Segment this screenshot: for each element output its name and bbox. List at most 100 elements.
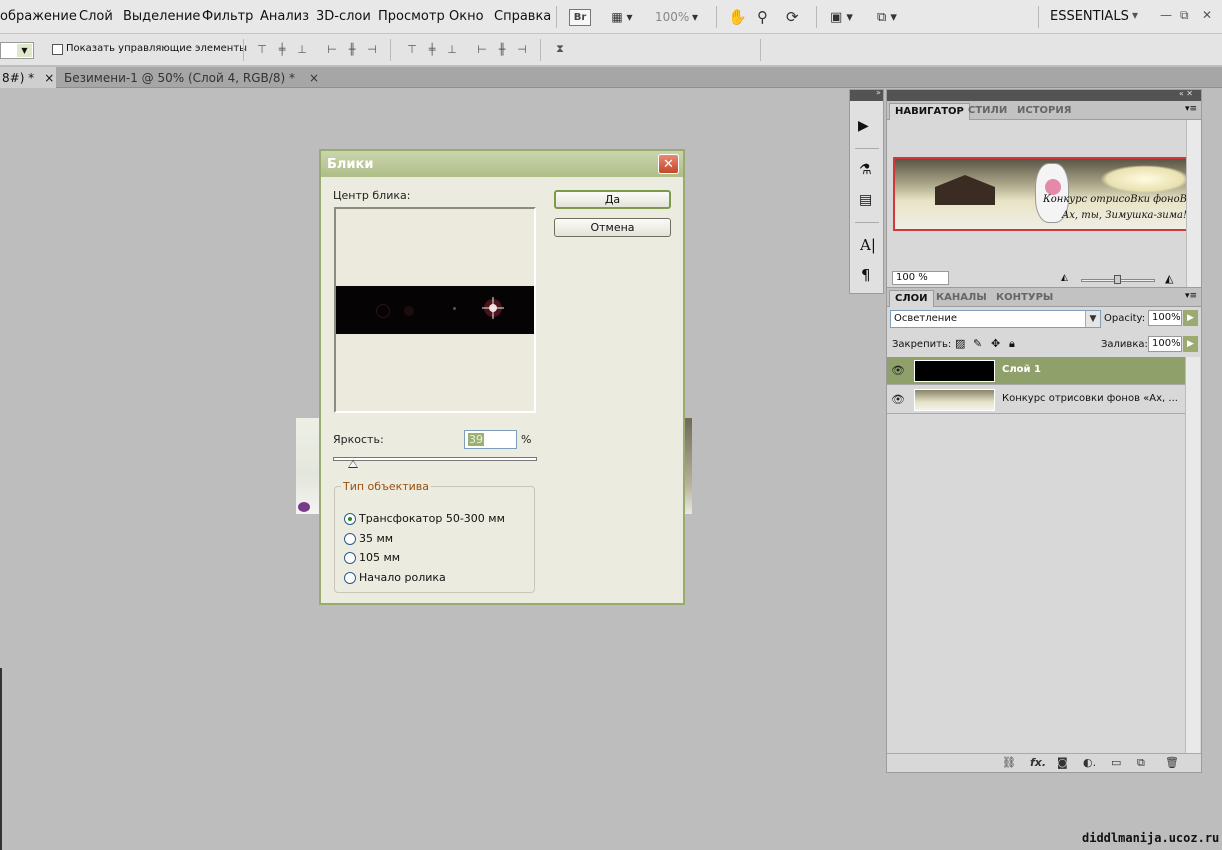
- layer-row[interactable]: 👁︎ Конкурс отрисовки фонов «Ах, ...: [887, 386, 1185, 414]
- tool-select[interactable]: ▼: [0, 42, 34, 59]
- tab-navigator[interactable]: НАВИГАТОР: [889, 103, 970, 120]
- lens-option-105mm[interactable]: 105 мм: [344, 551, 400, 564]
- flare-preview[interactable]: [334, 207, 536, 413]
- actions-play-icon[interactable]: ▶: [858, 118, 869, 134]
- tab-styles[interactable]: СТИЛИ: [963, 103, 1012, 120]
- fill-input[interactable]: 100%: [1148, 336, 1182, 352]
- opacity-arrow-icon[interactable]: ▶: [1183, 310, 1198, 326]
- tab-layers[interactable]: СЛОИ: [889, 290, 934, 307]
- distribute-right-icon[interactable]: ⊣: [514, 42, 530, 56]
- rotate-view-icon[interactable]: ⟳: [786, 7, 799, 27]
- eye-icon[interactable]: 👁︎: [890, 392, 906, 406]
- show-controls-checkbox[interactable]: [52, 44, 63, 55]
- lock-position-icon[interactable]: ✥: [991, 337, 1000, 350]
- align-vcenter-icon[interactable]: ╪: [274, 42, 290, 56]
- document-tab-1[interactable]: 8#) * ×: [0, 67, 56, 88]
- menu-window[interactable]: Окно: [449, 9, 484, 24]
- radio-button[interactable]: [344, 532, 356, 545]
- document-tab-2[interactable]: Безимени-1 @ 50% (Слой 4, RGB/8) * ×: [57, 67, 319, 88]
- menu-analysis[interactable]: Анализ: [260, 9, 309, 24]
- close-window-icon[interactable]: ✕: [1202, 8, 1212, 22]
- lens-option-zoom[interactable]: Трансфокатор 50-300 мм: [344, 512, 505, 525]
- zoom-tool-icon[interactable]: ⚲: [757, 7, 768, 27]
- align-hcenter-icon[interactable]: ╫: [344, 42, 360, 56]
- zoom-in-icon[interactable]: ◭: [1165, 272, 1173, 285]
- lock-all-icon[interactable]: 🔒︎: [1009, 337, 1015, 351]
- menu-image[interactable]: ображение: [0, 9, 77, 24]
- align-top-icon[interactable]: ⊤: [254, 42, 270, 56]
- delete-layer-icon[interactable]: 🗑︎: [1165, 756, 1179, 769]
- distribute-left-icon[interactable]: ⊢: [474, 42, 490, 56]
- close-icon[interactable]: ×: [44, 71, 54, 85]
- tab-channels[interactable]: КАНАЛЫ: [931, 290, 992, 307]
- tab-paths[interactable]: КОНТУРЫ: [991, 290, 1058, 307]
- add-mask-icon[interactable]: ◙: [1057, 756, 1068, 769]
- navigator-scrollbar[interactable]: [1186, 120, 1201, 292]
- close-icon[interactable]: ×: [309, 71, 319, 85]
- workspace-dropdown-icon[interactable]: ▾: [1132, 8, 1138, 22]
- blend-mode-select[interactable]: Осветление ▼: [890, 310, 1101, 328]
- menu-help[interactable]: Справка: [494, 9, 551, 24]
- adjustment-layer-icon[interactable]: ◐.: [1083, 756, 1096, 769]
- brightness-slider[interactable]: [333, 457, 537, 461]
- align-right-icon[interactable]: ⊣: [364, 42, 380, 56]
- panel-menu-icon[interactable]: ▾≡: [1185, 291, 1197, 301]
- link-layers-icon[interactable]: ⛓: [1002, 756, 1016, 769]
- clone-source-icon[interactable]: ⚗: [859, 162, 872, 178]
- menu-select[interactable]: Выделение: [123, 9, 200, 24]
- brightness-input[interactable]: 39: [464, 430, 517, 449]
- strip-header[interactable]: »: [850, 88, 883, 101]
- panel-menu-icon[interactable]: ▾≡: [1185, 104, 1197, 114]
- cancel-button[interactable]: Отмена: [554, 218, 671, 237]
- menu-3d[interactable]: 3D-слои: [316, 9, 371, 24]
- zoom-out-icon[interactable]: ◭: [1061, 273, 1068, 283]
- flare-crosshair-icon[interactable]: [482, 297, 504, 319]
- menu-view[interactable]: Просмотр: [378, 9, 445, 24]
- paragraph-icon[interactable]: ¶: [861, 266, 871, 284]
- distribute-top-icon[interactable]: ⊤: [404, 42, 420, 56]
- lock-pixels-icon[interactable]: ✎: [973, 337, 982, 350]
- hand-tool-icon[interactable]: ✋: [728, 7, 747, 27]
- align-bottom-icon[interactable]: ⊥: [294, 42, 310, 56]
- radio-button[interactable]: [344, 512, 356, 525]
- layer-name[interactable]: Слой 1: [1002, 364, 1041, 375]
- layer-row[interactable]: 👁︎ Слой 1: [887, 357, 1185, 385]
- fill-arrow-icon[interactable]: ▶: [1183, 336, 1198, 352]
- tab-history[interactable]: ИСТОРИЯ: [1012, 103, 1076, 120]
- collapse-icon[interactable]: « ✕: [1179, 89, 1193, 98]
- distribute-vcenter-icon[interactable]: ╪: [424, 42, 440, 56]
- zoom-dropdown-icon[interactable]: ▾: [692, 7, 698, 27]
- zoom-level[interactable]: 100%: [655, 7, 689, 27]
- minimize-icon[interactable]: —: [1160, 8, 1172, 22]
- restore-icon[interactable]: ⧉: [1180, 8, 1189, 23]
- tool-presets-icon[interactable]: ▤: [859, 192, 872, 208]
- collapse-icon[interactable]: »: [876, 88, 881, 97]
- arrange-documents-icon[interactable]: ▣ ▾: [830, 7, 853, 27]
- workspace-switcher[interactable]: ESSENTIALS: [1050, 9, 1129, 24]
- brightness-slider-thumb[interactable]: [348, 460, 359, 468]
- distribute-hcenter-icon[interactable]: ╫: [494, 42, 510, 56]
- menu-layer[interactable]: Слой: [79, 9, 113, 24]
- eye-icon[interactable]: 👁︎: [890, 363, 906, 377]
- screen-mode-icon[interactable]: ⧉ ▾: [877, 7, 897, 27]
- layers-scrollbar[interactable]: [1185, 357, 1200, 753]
- lens-option-35mm[interactable]: 35 мм: [344, 532, 393, 545]
- new-group-icon[interactable]: ▭: [1111, 756, 1121, 769]
- ok-button[interactable]: Да: [554, 190, 671, 209]
- panel-header[interactable]: « ✕: [887, 89, 1201, 101]
- character-icon[interactable]: A|: [860, 236, 876, 254]
- dialog-close-button[interactable]: ✕: [658, 154, 679, 174]
- navigator-zoom-input[interactable]: 100 %: [892, 271, 949, 285]
- bridge-button[interactable]: Br: [569, 7, 591, 27]
- lens-option-movie-prime[interactable]: Начало ролика: [344, 571, 446, 584]
- layer-name[interactable]: Конкурс отрисовки фонов «Ах, ...: [1002, 393, 1178, 404]
- zoom-slider-thumb[interactable]: [1114, 275, 1121, 284]
- dialog-titlebar[interactable]: Блики ✕: [321, 151, 683, 177]
- radio-button[interactable]: [344, 551, 356, 564]
- lock-transparency-icon[interactable]: ▨: [955, 337, 965, 350]
- radio-button[interactable]: [344, 571, 356, 584]
- auto-align-icon[interactable]: ⧗: [552, 42, 568, 56]
- extras-button[interactable]: ▦ ▾: [604, 7, 640, 27]
- new-layer-icon[interactable]: ⧉: [1137, 756, 1145, 770]
- navigator-thumbnail[interactable]: Конкурс отрисоВки фоноВ Ах, ты, Зимушка-…: [893, 157, 1195, 231]
